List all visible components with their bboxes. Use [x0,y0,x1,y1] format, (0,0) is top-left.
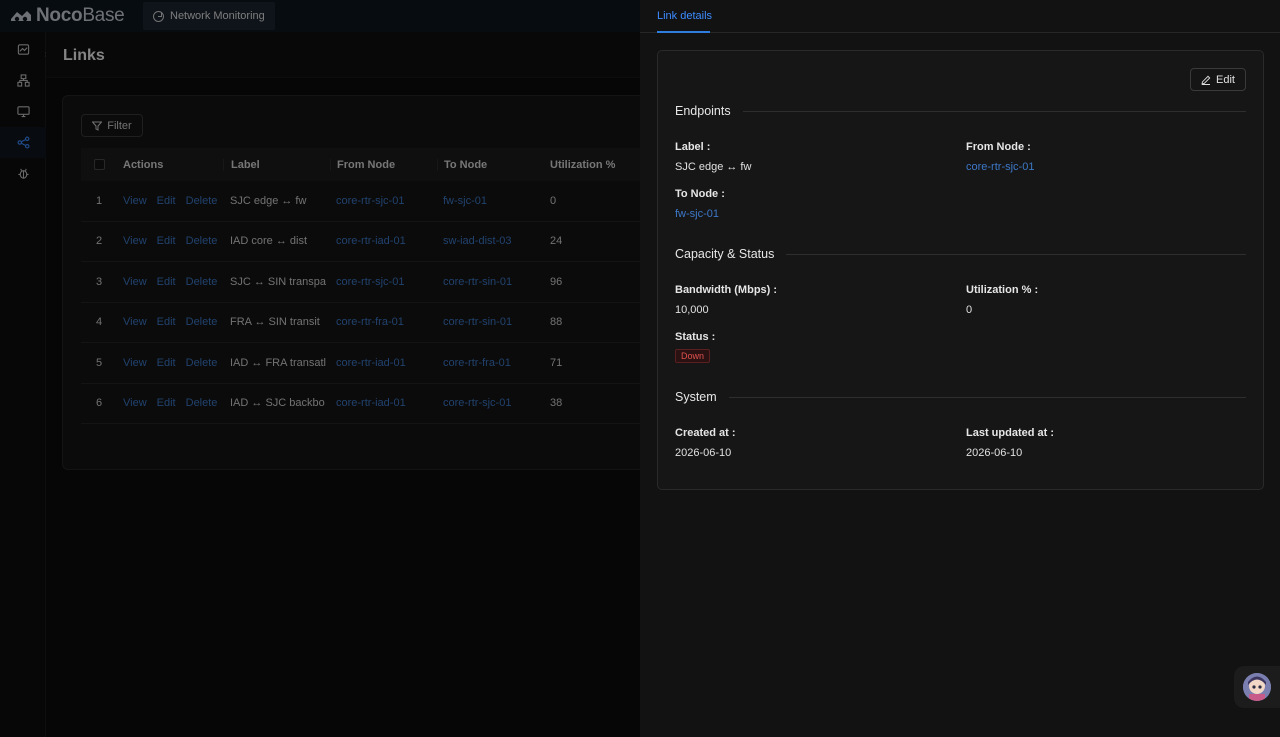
section-capacity-status: Capacity & Status [675,247,1246,261]
field-created-at: Created at : 2026-06-10 [675,427,935,459]
field-to-node-title: To Node : [675,188,725,200]
field-utilization-title: Utilization % : [966,284,1039,296]
field-from-node: From Node : core-rtr-sjc-01 [966,141,1226,173]
assistant-avatar-icon [1243,673,1271,701]
field-from-node-link[interactable]: core-rtr-sjc-01 [966,161,1226,173]
field-created-at-title: Created at : [675,427,736,439]
avatar [1243,673,1271,701]
tab-link-details[interactable]: Link details [657,10,712,22]
edit-label: Edit [1216,73,1235,86]
field-utilization: Utilization % : 0 [966,284,1226,316]
section-endpoints: Endpoints [675,104,1246,118]
status-badge: Down [675,349,711,363]
field-bandwidth-title: Bandwidth (Mbps) : [675,284,778,296]
field-updated-at-value: 2026-06-10 [966,447,1023,459]
field-created-at-value: 2026-06-10 [675,447,732,459]
edit-button[interactable]: Edit [1190,68,1246,91]
section-title-system: System [675,390,717,404]
link-details-drawer: Link details Edit Endpoints Label : SJC … [640,0,1280,737]
field-from-node-title: From Node : [966,141,1031,153]
details-card: Edit Endpoints Label : SJC edge ↔ fw Fro… [657,50,1264,490]
section-title-capacity-status: Capacity & Status [675,247,775,261]
section-divider [786,253,1246,255]
ai-assistant-button[interactable] [1234,666,1280,708]
field-updated-at-title: Last updated at : [966,427,1055,439]
field-label-title: Label : [675,141,711,153]
field-to-node-link[interactable]: fw-sjc-01 [675,208,935,220]
field-utilization-value: 0 [966,304,973,316]
field-to-node: To Node : fw-sjc-01 [675,188,935,220]
section-divider [728,396,1246,398]
tab-active-indicator [657,31,710,33]
field-label-value: SJC edge ↔ fw [675,161,752,173]
section-divider [742,110,1246,112]
section-system: System [675,390,1246,404]
field-label: Label : SJC edge ↔ fw [675,141,935,173]
field-bandwidth-value: 10,000 [675,304,709,316]
section-title-endpoints: Endpoints [675,104,731,118]
drawer-tabs: Link details [640,0,1280,33]
field-updated-at: Last updated at : 2026-06-10 [966,427,1226,459]
field-status-title: Status : [675,331,716,343]
edit-icon [1201,75,1211,85]
field-status: Status : Down [675,331,935,363]
field-bandwidth: Bandwidth (Mbps) : 10,000 [675,284,935,316]
drawer-mask[interactable] [0,0,640,737]
